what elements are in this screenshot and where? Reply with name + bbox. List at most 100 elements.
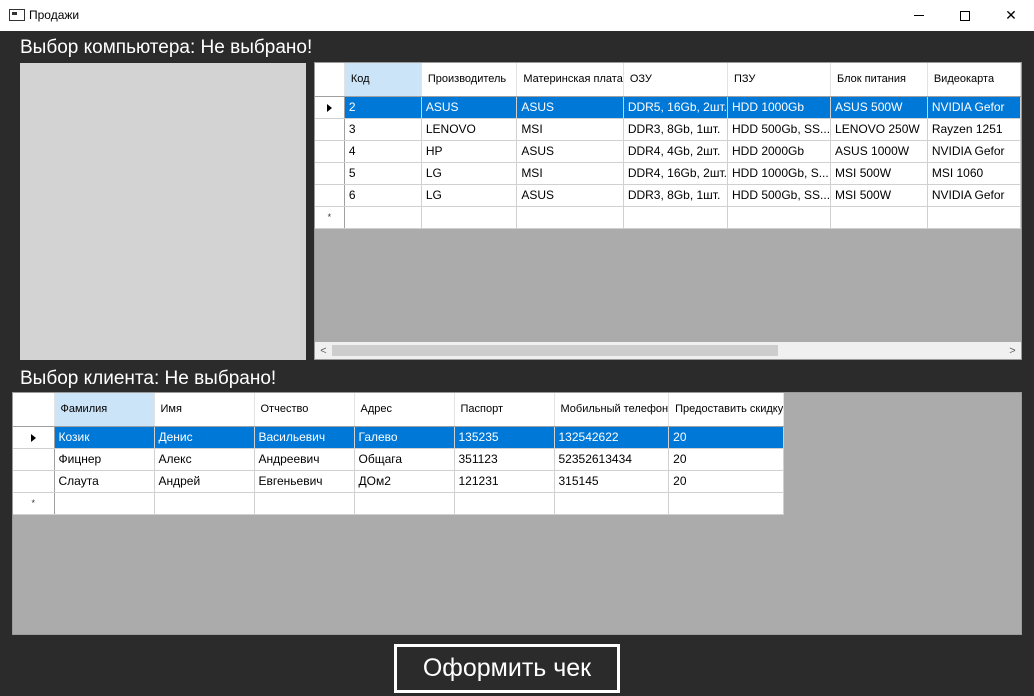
client-table-cell[interactable]: 121231 — [454, 470, 555, 493]
computer-table-cell[interactable]: NVIDIA Gefor — [927, 96, 1021, 119]
computer-table-cell[interactable]: DDR3, 8Gb, 1шт. — [623, 118, 728, 141]
computer-row-header[interactable] — [315, 162, 345, 185]
client-table-cell[interactable]: 52352613434 — [554, 448, 670, 471]
client-table-cell[interactable]: Евгеньевич — [254, 470, 355, 493]
computer-table-cell[interactable]: HDD 1000Gb — [727, 96, 832, 119]
computer-new-row-cell[interactable] — [927, 206, 1021, 229]
client-table-cell[interactable]: Васильевич — [254, 426, 355, 449]
computer-column-header[interactable]: ПЗУ — [727, 63, 832, 97]
computer-table-cell[interactable]: HP — [421, 140, 518, 163]
computer-corner-header[interactable] — [315, 63, 345, 97]
client-table-cell[interactable]: Козик — [54, 426, 155, 449]
client-column-header[interactable]: Отчество — [254, 393, 355, 427]
computer-table-cell[interactable]: LG — [421, 184, 518, 207]
computer-table-cell[interactable]: MSI — [516, 118, 624, 141]
client-column-header[interactable]: Предоставить скидку — [668, 393, 785, 427]
computer-table-cell[interactable]: HDD 2000Gb — [727, 140, 832, 163]
client-table-row[interactable]: Слаута Андрей Евгеньевич ДОм2 121231 315145 20 — [13, 470, 785, 493]
computer-column-header[interactable]: Код — [344, 63, 422, 97]
computer-grid-hscrollbar[interactable]: < > — [315, 342, 1021, 359]
client-new-row-cell[interactable] — [354, 492, 455, 515]
computer-table-row[interactable]: 3 LENOVO MSI DDR3, 8Gb, 1шт. HDD 500Gb, SS..… — [315, 118, 1021, 141]
computer-table-cell[interactable]: 5 — [344, 162, 422, 185]
client-table-row[interactable]: Козик Денис Васильевич Галево 135235 13254262… — [13, 426, 785, 449]
client-table-cell[interactable]: 351123 — [454, 448, 555, 471]
computer-new-row-cell[interactable] — [421, 206, 518, 229]
computer-table-cell[interactable]: 3 — [344, 118, 422, 141]
client-column-header[interactable]: Паспорт — [454, 393, 555, 427]
client-new-row[interactable]: * — [13, 492, 785, 515]
scroll-right-arrow-icon[interactable]: > — [1004, 342, 1021, 359]
client-new-row-cell[interactable] — [54, 492, 155, 515]
client-corner-header[interactable] — [13, 393, 55, 427]
client-table-cell[interactable]: Денис — [154, 426, 255, 449]
client-table-cell[interactable]: 315145 — [554, 470, 670, 493]
computer-table-cell[interactable]: LENOVO 250W — [830, 118, 928, 141]
computer-grid[interactable]: Код Производитель Материнская плата ОЗУ ПЗУ Б… — [314, 62, 1022, 360]
computer-table-row[interactable]: 2 ASUS ASUS DDR5, 16Gb, 2шт. HDD 1000Gb ASUS … — [315, 96, 1021, 119]
client-table-cell[interactable]: Галево — [354, 426, 455, 449]
client-table-cell[interactable]: 20 — [668, 470, 785, 493]
client-column-header[interactable]: Фамилия — [54, 393, 155, 427]
computer-table-cell[interactable]: DDR4, 16Gb, 2шт. — [623, 162, 728, 185]
computer-table-cell[interactable]: ASUS — [516, 140, 624, 163]
computer-table-cell[interactable]: ASUS — [516, 96, 624, 119]
computer-table-cell[interactable]: NVIDIA Gefor — [927, 140, 1021, 163]
computer-table-cell[interactable]: ASUS — [516, 184, 624, 207]
computer-table-cell[interactable]: 4 — [344, 140, 422, 163]
computer-row-header[interactable] — [315, 184, 345, 207]
computer-row-header[interactable] — [315, 96, 345, 119]
client-grid[interactable]: Фамилия Имя Отчество Адрес Паспорт Мобильный … — [12, 392, 1022, 635]
minimize-button[interactable] — [896, 0, 942, 31]
client-new-row-cell[interactable] — [254, 492, 355, 515]
client-table-cell[interactable]: 20 — [668, 448, 785, 471]
computer-new-row-cell[interactable] — [830, 206, 928, 229]
computer-table-cell[interactable]: LENOVO — [421, 118, 518, 141]
computer-table-cell[interactable]: MSI 500W — [830, 184, 928, 207]
computer-column-header[interactable]: Видеокарта — [927, 63, 1021, 97]
client-column-header[interactable]: Мобильный телефон — [554, 393, 670, 427]
computer-row-header[interactable] — [315, 140, 345, 163]
computer-column-header[interactable]: Блок питания — [830, 63, 928, 97]
computer-table-cell[interactable]: HDD 500Gb, SS... — [727, 184, 832, 207]
computer-new-row[interactable]: * — [315, 206, 1021, 229]
computer-new-row-cell[interactable] — [727, 206, 832, 229]
client-row-header[interactable] — [13, 426, 55, 449]
client-row-header[interactable] — [13, 470, 55, 493]
scroll-thumb[interactable] — [332, 345, 778, 356]
computer-new-row-cell[interactable] — [623, 206, 728, 229]
client-table-row[interactable]: Фицнер Алекс Андреевич Общага 351123 52352613… — [13, 448, 785, 471]
computer-new-row-cell[interactable] — [516, 206, 624, 229]
computer-table-cell[interactable]: DDR3, 8Gb, 1шт. — [623, 184, 728, 207]
computer-table-cell[interactable]: Rayzen 1251 — [927, 118, 1021, 141]
computer-table-row[interactable]: 4 HP ASUS DDR4, 4Gb, 2шт. HDD 2000Gb ASUS 100… — [315, 140, 1021, 163]
client-table-cell[interactable]: Общага — [354, 448, 455, 471]
close-button[interactable]: ✕ — [988, 0, 1034, 31]
client-table-cell[interactable]: 132542622 — [554, 426, 670, 449]
client-new-row-cell[interactable] — [554, 492, 670, 515]
client-column-header[interactable]: Адрес — [354, 393, 455, 427]
checkout-button[interactable]: Оформить чек — [394, 644, 620, 693]
computer-table-row[interactable]: 5 LG MSI DDR4, 16Gb, 2шт. HDD 1000Gb, S... MS… — [315, 162, 1021, 185]
client-column-header[interactable]: Имя — [154, 393, 255, 427]
computer-table-cell[interactable]: MSI — [516, 162, 624, 185]
client-table-cell[interactable]: ДОм2 — [354, 470, 455, 493]
computer-row-header[interactable] — [315, 118, 345, 141]
computer-table-cell[interactable]: HDD 500Gb, SS... — [727, 118, 832, 141]
computer-column-header[interactable]: Производитель — [421, 63, 518, 97]
client-new-row-cell[interactable] — [454, 492, 555, 515]
maximize-button[interactable] — [942, 0, 988, 31]
client-table-cell[interactable]: 20 — [668, 426, 785, 449]
computer-table-cell[interactable]: 2 — [344, 96, 422, 119]
client-table-cell[interactable]: 135235 — [454, 426, 555, 449]
computer-table-cell[interactable]: HDD 1000Gb, S... — [727, 162, 832, 185]
client-table-cell[interactable]: Андрей — [154, 470, 255, 493]
computer-table-cell[interactable]: NVIDIA Gefor — [927, 184, 1021, 207]
computer-table-cell[interactable]: 6 — [344, 184, 422, 207]
scroll-left-arrow-icon[interactable]: < — [315, 342, 332, 359]
client-new-row-cell[interactable] — [154, 492, 255, 515]
computer-column-header[interactable]: Материнская плата — [516, 63, 624, 97]
computer-table-cell[interactable]: MSI 1060 — [927, 162, 1021, 185]
computer-table-cell[interactable]: DDR5, 16Gb, 2шт. — [623, 96, 728, 119]
client-table-cell[interactable]: Слаута — [54, 470, 155, 493]
